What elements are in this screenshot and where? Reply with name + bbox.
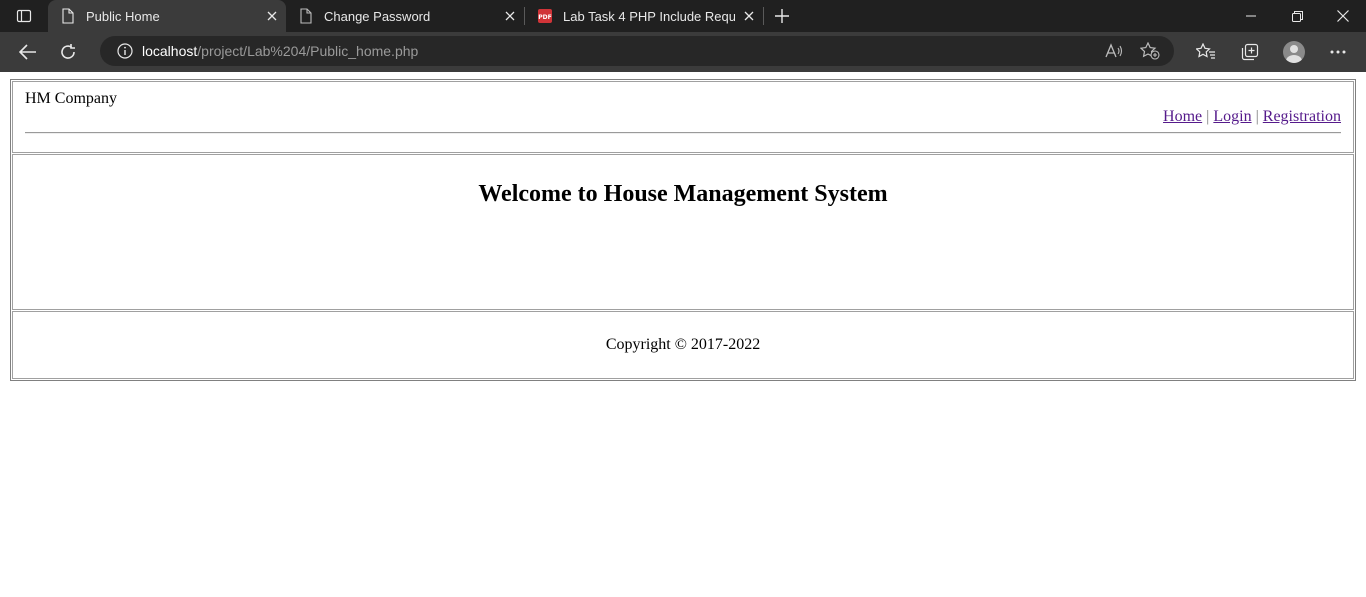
star-add-icon — [1140, 42, 1160, 60]
profile-button[interactable] — [1272, 34, 1316, 70]
collections-button[interactable] — [1228, 34, 1272, 70]
read-aloud-icon — [1105, 43, 1123, 58]
company-name: HM Company — [25, 90, 117, 107]
page-icon — [298, 8, 314, 24]
url-path: /project/Lab%204/Public_home.php — [197, 43, 419, 59]
page-icon — [60, 8, 76, 24]
info-icon[interactable] — [108, 43, 142, 59]
browser-toolbar: localhost/project/Lab%204/Public_home.ph… — [0, 32, 1366, 72]
nav-home-link[interactable]: Home — [1163, 108, 1202, 125]
restore-button[interactable] — [1274, 0, 1320, 32]
more-menu-button[interactable] — [1316, 34, 1360, 70]
favorites-icon — [1196, 43, 1215, 59]
close-tab-button[interactable] — [496, 2, 524, 30]
tab-actions-icon — [16, 9, 32, 23]
nav-registration-link[interactable]: Registration — [1263, 108, 1341, 125]
tab-strip: Public Home Change Password PDF Lab Task… — [0, 0, 1366, 32]
favorites-button[interactable] — [1184, 34, 1228, 70]
new-tab-button[interactable] — [764, 0, 800, 32]
tab-change-password[interactable]: Change Password — [286, 0, 524, 32]
svg-text:PDF: PDF — [538, 14, 551, 21]
add-favorite-button[interactable] — [1132, 33, 1168, 69]
tab-title: Public Home — [86, 8, 160, 24]
close-icon — [267, 11, 277, 21]
read-aloud-button[interactable] — [1096, 33, 1132, 69]
close-window-button[interactable] — [1320, 0, 1366, 32]
minimize-icon — [1246, 15, 1256, 17]
address-bar-actions — [1096, 33, 1168, 69]
close-icon — [744, 11, 754, 21]
copyright-text: Copyright © 2017-2022 — [605, 336, 761, 353]
close-icon — [505, 11, 515, 21]
refresh-icon — [61, 44, 75, 59]
close-tab-button[interactable] — [735, 2, 763, 30]
header-section: HM Company Home | Login | Registration — [12, 81, 1354, 153]
back-button[interactable] — [8, 34, 48, 70]
tab-lab-task-pdf[interactable]: PDF Lab Task 4 PHP Include Require v — [525, 0, 763, 32]
main-section: Welcome to House Management System — [12, 154, 1354, 310]
window-controls — [1228, 0, 1366, 32]
nav-login-link[interactable]: Login — [1213, 108, 1251, 125]
footer-section: Copyright © 2017-2022 — [12, 311, 1354, 379]
page-layout-table: HM Company Home | Login | Registration W… — [10, 79, 1356, 381]
restore-icon — [1291, 10, 1303, 22]
nav-separator: | — [1206, 108, 1210, 125]
header-divider — [25, 132, 1341, 134]
minimize-button[interactable] — [1228, 0, 1274, 32]
close-icon — [1337, 10, 1349, 22]
tab-title: Change Password — [324, 8, 431, 24]
plus-icon — [775, 9, 789, 23]
refresh-button[interactable] — [48, 34, 88, 70]
more-icon — [1330, 50, 1346, 54]
pdf-icon: PDF — [537, 8, 553, 24]
web-page: HM Company Home | Login | Registration W… — [0, 72, 1366, 597]
close-tab-button[interactable] — [258, 2, 286, 30]
tab-title: Lab Task 4 PHP Include Require v — [563, 8, 735, 24]
nav-separator: | — [1255, 108, 1259, 125]
address-bar[interactable]: localhost/project/Lab%204/Public_home.ph… — [100, 36, 1174, 66]
tab-actions-button[interactable] — [0, 0, 48, 32]
toolbar-right — [1184, 34, 1360, 70]
url-host: localhost — [142, 43, 198, 59]
nav-links: Home | Login | Registration — [1163, 108, 1341, 126]
welcome-heading: Welcome to House Management System — [478, 181, 888, 207]
avatar — [1283, 41, 1305, 63]
collections-icon — [1241, 43, 1259, 61]
arrow-left-icon — [19, 44, 36, 60]
url-text[interactable]: localhost/project/Lab%204/Public_home.ph… — [142, 43, 418, 59]
tab-public-home[interactable]: Public Home — [48, 0, 286, 32]
